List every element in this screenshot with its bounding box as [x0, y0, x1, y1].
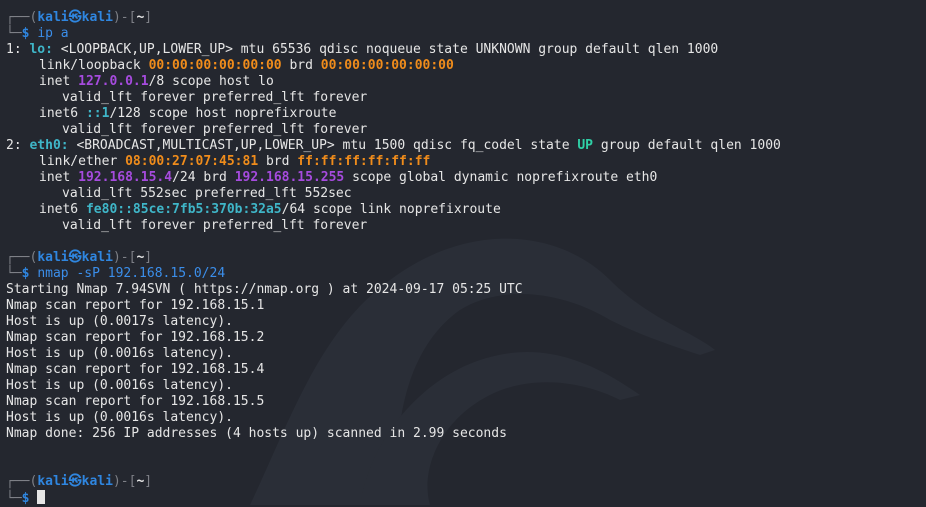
output-line: inet6 ::1/128 scope host noprefixroute	[39, 106, 337, 121]
output-line: link/ether 08:00:27:07:45:81 brd ff:ff:f…	[39, 154, 431, 169]
prompt-host: kali	[81, 10, 113, 25]
prompt-bottom-line: └─$ ip a	[6, 26, 921, 42]
output-line: valid_lft 552sec preferred_lft 552sec	[62, 186, 352, 201]
prompt-frame: ]	[144, 10, 153, 25]
output-line: Starting Nmap 7.94SVN ( https://nmap.org…	[6, 282, 523, 297]
prompt-host: kali	[81, 250, 113, 265]
output-line: Nmap scan report for 192.168.15.4	[6, 362, 265, 377]
prompt-top-line: ┌──(kali㉿kali)-[~]	[6, 474, 153, 489]
output-line: Host is up (0.0016s latency).	[6, 378, 233, 393]
prompt-frame: )-[	[112, 10, 137, 25]
interface-name: eth0:	[29, 138, 69, 153]
output-line: valid_lft forever preferred_lft forever	[62, 90, 368, 105]
mac-address: 08:00:27:07:45:81	[125, 154, 259, 169]
broadcast-address: 192.168.15.255	[234, 170, 345, 185]
output-line: inet 192.168.15.4/24 brd 192.168.15.255 …	[39, 170, 658, 185]
output-line: Nmap scan report for 192.168.15.5	[6, 394, 265, 409]
output-line: Nmap scan report for 192.168.15.1	[6, 298, 265, 313]
prompt-frame: └─	[6, 26, 22, 41]
output-line: link/loopback 00:00:00:00:00:00 brd 00:0…	[39, 58, 454, 73]
ip-address: 192.168.15.4	[78, 170, 173, 185]
prompt-user: kali	[37, 250, 69, 265]
output-line: inet 127.0.0.1/8 scope host lo	[39, 74, 274, 89]
broadcast-mac: 00:00:00:00:00:00	[320, 58, 454, 73]
mac-address: 00:00:00:00:00:00	[148, 58, 282, 73]
ipv6-address: ::1	[85, 106, 110, 121]
output-line: 2: eth0: <BROADCAST,MULTICAST,UP,LOWER_U…	[6, 138, 781, 153]
interface-name: lo:	[29, 42, 53, 57]
state-up: UP	[577, 138, 594, 153]
output-line: Host is up (0.0016s latency).	[6, 346, 233, 361]
prompt-top-line: ┌──(kali㉿kali)-[~]	[6, 250, 153, 265]
output-line: Nmap done: 256 IP addresses (4 hosts up)…	[6, 426, 507, 441]
output-line: 1: lo: <LOOPBACK,UP,LOWER_UP> mtu 65536 …	[6, 42, 719, 57]
prompt-at: ㉿	[68, 10, 82, 25]
output-line: Nmap scan report for 192.168.15.2	[6, 330, 265, 345]
terminal-output[interactable]: ┌──(kali㉿kali)-[~] └─$ ip a 1: lo: <LOOP…	[6, 10, 921, 506]
broadcast-mac: ff:ff:ff:ff:ff:ff	[297, 154, 431, 169]
ip-address: 127.0.0.1	[78, 74, 149, 89]
prompt-dollar: $	[21, 266, 30, 281]
prompt-dollar: $	[21, 491, 30, 506]
output-line: valid_lft forever preferred_lft forever	[62, 218, 368, 233]
output-line: Host is up (0.0017s latency).	[6, 314, 233, 329]
prompt-host: kali	[81, 474, 113, 489]
output-line: inet6 fe80::85ce:7fb5:370b:32a5/64 scope…	[39, 202, 501, 217]
output-line: Host is up (0.0016s latency).	[6, 410, 233, 425]
prompt-user: kali	[37, 474, 69, 489]
command-text: ip a	[37, 26, 69, 41]
prompt-top-line: ┌──(kali㉿kali)-[~]	[6, 10, 921, 26]
output-line: valid_lft forever preferred_lft forever	[62, 122, 368, 137]
prompt-bottom-line[interactable]: └─$	[6, 490, 921, 506]
prompt-frame: ┌──(	[6, 10, 38, 25]
prompt-dollar: $	[21, 26, 30, 41]
text-cursor[interactable]	[37, 490, 46, 504]
prompt-user: kali	[37, 10, 69, 25]
command-text: nmap -sP 192.168.15.0/24	[37, 266, 226, 281]
prompt-bottom-line: └─$ nmap -sP 192.168.15.0/24	[6, 266, 226, 281]
ipv6-address: fe80::85ce:7fb5:370b:32a5	[85, 202, 282, 217]
